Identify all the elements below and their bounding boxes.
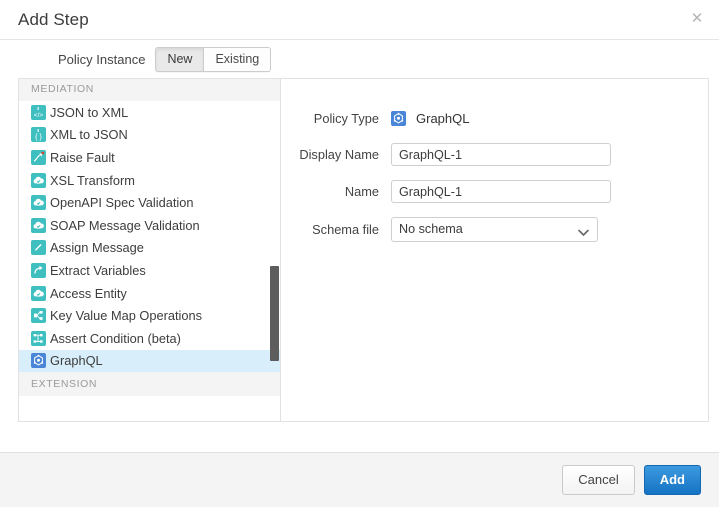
display-name-input[interactable] <box>391 143 611 166</box>
add-button[interactable]: Add <box>644 465 701 495</box>
policy-instance-row: Policy Instance New Existing <box>0 40 719 78</box>
list-item-xsl-transform[interactable]: XSL Transform <box>19 169 280 192</box>
list-item-label: Raise Fault <box>50 150 115 165</box>
policy-type-row: Policy Type GraphQL <box>281 107 708 129</box>
list-item-soap-message-validation[interactable]: SOAP Message Validation <box>19 214 280 237</box>
list-item-label: XSL Transform <box>50 173 135 188</box>
access-entity-icon <box>31 286 46 301</box>
graphql-icon <box>391 111 406 126</box>
assign-message-icon <box>31 240 46 255</box>
list-item-graphql[interactable]: GraphQL <box>19 350 280 373</box>
policy-instance-label: Policy Instance <box>58 52 145 67</box>
list-item-label: Key Value Map Operations <box>50 308 202 323</box>
list-item-label: SOAP Message Validation <box>50 218 200 233</box>
list-item-label: Access Entity <box>50 286 127 301</box>
list-item-extract-variables[interactable]: Extract Variables <box>19 259 280 282</box>
list-item-label: Extract Variables <box>50 263 146 278</box>
policy-type-value: GraphQL <box>391 111 469 126</box>
list-item-label: Assign Message <box>50 240 144 255</box>
assert-condition-icon <box>31 331 46 346</box>
list-item-label: Assert Condition (beta) <box>50 331 181 346</box>
list-item-key-value-map-operations[interactable]: Key Value Map Operations <box>19 304 280 327</box>
close-icon[interactable]: ✕ <box>689 11 705 27</box>
policy-type-label: Policy Type <box>281 111 391 126</box>
key-value-map-operations-icon <box>31 308 46 323</box>
soap-message-validation-icon <box>31 218 46 233</box>
panels-container: X XML/JS MEDIATION </> JSON t <box>18 78 709 422</box>
xml-to-json-icon: { } <box>31 127 46 142</box>
raise-fault-icon <box>31 150 46 165</box>
policy-instance-option-existing[interactable]: Existing <box>203 48 270 71</box>
page-title: Add Step <box>18 10 89 30</box>
svg-text:</>: </> <box>34 112 44 119</box>
list-item-xml-to-json[interactable]: { } XML to JSON <box>19 124 280 147</box>
list-item-openapi-spec-validation[interactable]: OpenAPI Spec Validation <box>19 191 280 214</box>
name-label: Name <box>281 184 391 199</box>
list-item-assign-message[interactable]: Assign Message <box>19 237 280 260</box>
list-item-access-entity[interactable]: Access Entity <box>19 282 280 305</box>
list-item-raise-fault[interactable]: Raise Fault <box>19 146 280 169</box>
schema-file-select-wrap: No schema <box>391 217 598 242</box>
group-heading-extension: EXTENSION <box>19 372 280 396</box>
svg-text:{ }: { } <box>35 132 43 141</box>
openapi-spec-validation-icon <box>31 195 46 210</box>
name-row: Name <box>281 180 708 203</box>
list-item-label: JSON to XML <box>50 105 128 120</box>
policy-instance-option-new[interactable]: New <box>156 48 203 71</box>
schema-file-label: Schema file <box>281 222 391 237</box>
json-to-xml-icon: </> <box>31 105 46 120</box>
policy-list-panel: X XML/JS MEDIATION </> JSON t <box>19 79 281 421</box>
schema-file-select[interactable]: No schema <box>391 217 598 242</box>
display-name-label: Display Name <box>281 147 391 162</box>
extract-variables-icon <box>31 263 46 278</box>
policy-form-panel: Policy Type GraphQL <box>281 79 708 421</box>
xsl-transform-icon <box>31 173 46 188</box>
cancel-button[interactable]: Cancel <box>562 465 634 495</box>
scrollbar-thumb[interactable] <box>270 266 279 361</box>
list-item-json-to-xml[interactable]: </> JSON to XML <box>19 101 280 124</box>
dialog-footer: Cancel Add <box>0 452 719 507</box>
policy-type-name: GraphQL <box>416 111 469 126</box>
list-item-label: OpenAPI Spec Validation <box>50 195 193 210</box>
dialog-body: X XML/JS MEDIATION </> JSON t <box>0 78 719 452</box>
add-step-dialog: Add Step ✕ Policy Instance New Existing … <box>0 0 719 507</box>
schema-file-row: Schema file No schema <box>281 217 708 242</box>
policy-list: X XML/JS MEDIATION </> JSON t <box>19 79 280 408</box>
list-item-label: XML to JSON <box>50 127 128 142</box>
policy-list-scrollbar[interactable] <box>271 79 280 421</box>
display-name-row: Display Name <box>281 143 708 166</box>
list-item-label: GraphQL <box>50 353 103 368</box>
group-heading-mediation: MEDIATION <box>19 79 280 101</box>
list-item-assert-condition[interactable]: Assert Condition (beta) <box>19 327 280 350</box>
graphql-icon <box>31 353 46 368</box>
dialog-header: Add Step ✕ <box>0 0 719 40</box>
policy-instance-toggle[interactable]: New Existing <box>155 47 271 72</box>
name-input[interactable] <box>391 180 611 203</box>
list-bottom-spacer <box>19 396 280 408</box>
